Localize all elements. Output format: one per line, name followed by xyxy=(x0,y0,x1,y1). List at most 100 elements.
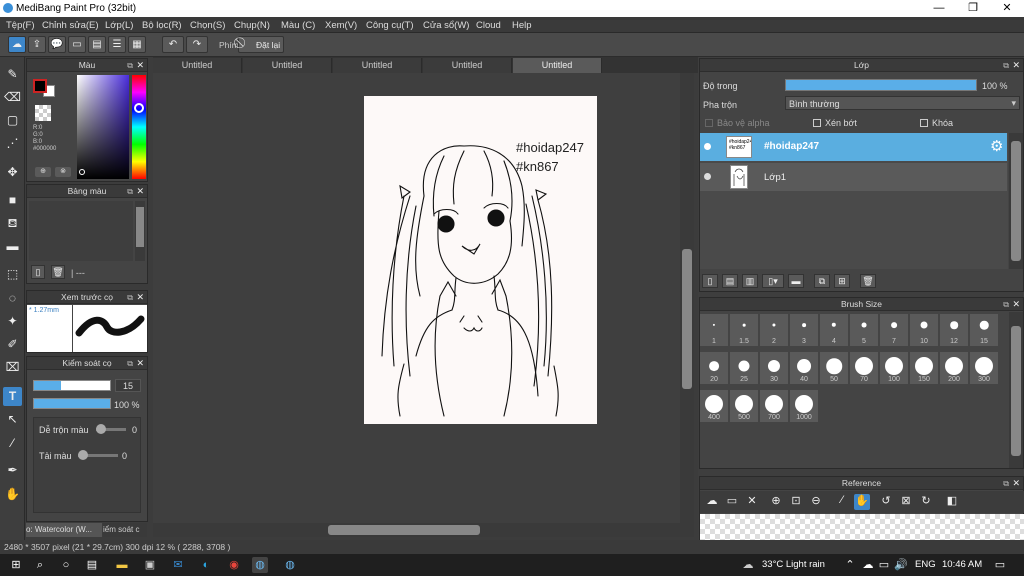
brush-size-option[interactable]: 12 xyxy=(940,314,968,346)
minimize-button[interactable]: — xyxy=(922,0,956,17)
hue-cursor[interactable] xyxy=(134,103,144,113)
reset-button[interactable]: ⃠ Đặt lại xyxy=(238,36,284,53)
brush-size-option[interactable]: 50 xyxy=(820,352,848,384)
eraser-icon[interactable]: ⌫ xyxy=(3,88,22,107)
brush-size-option[interactable]: 40 xyxy=(790,352,818,384)
document-icon[interactable]: ▤ xyxy=(88,36,106,53)
windows-icon[interactable]: ⊞ xyxy=(8,557,24,573)
color-add-icon[interactable]: ⊕ xyxy=(35,167,51,177)
menu-select[interactable]: Chọn(S) xyxy=(190,20,225,31)
layer-blend-select[interactable]: Bình thường ▾ xyxy=(785,96,1020,110)
tab-document-3[interactable]: Untitled xyxy=(333,58,422,73)
select-eraser-icon[interactable]: ⌧ xyxy=(3,358,22,377)
grid-icon[interactable]: ▦ xyxy=(128,36,146,53)
menu-tools[interactable]: Công cụ(T) xyxy=(366,20,414,31)
eyedropper-icon[interactable]: ⁄ xyxy=(834,494,850,510)
brush-size-slider[interactable] xyxy=(33,380,111,391)
new-palette-icon[interactable]: ▯ xyxy=(31,265,45,279)
horizontal-scroll-thumb[interactable] xyxy=(328,525,480,535)
brush-size-option[interactable]: 700 xyxy=(760,390,788,422)
move-icon[interactable]: ✥ xyxy=(3,163,22,182)
brush-size-option[interactable]: 5 xyxy=(850,314,878,346)
flip-icon[interactable]: ◧ xyxy=(944,494,960,510)
magic-wand-icon[interactable]: ✦ xyxy=(3,312,22,331)
transparent-color[interactable] xyxy=(35,105,51,121)
new-layer-icon[interactable]: ▯ xyxy=(702,274,718,288)
color-square[interactable] xyxy=(77,75,129,179)
merge-layer-icon[interactable]: ⊞ xyxy=(834,274,850,288)
brush-size-option[interactable]: 300 xyxy=(970,352,998,384)
brush-size-option[interactable]: 4 xyxy=(820,314,848,346)
color-settings-icon[interactable]: ⊗ xyxy=(55,167,71,177)
brush-size-option[interactable]: 1.5 xyxy=(730,314,758,346)
text-icon[interactable]: T xyxy=(3,387,22,406)
network-icon[interactable]: ☁ xyxy=(860,557,876,573)
layer-opacity-slider[interactable] xyxy=(785,79,977,91)
mail-icon[interactable]: ✉ xyxy=(170,557,186,573)
maximize-button[interactable]: ❐ xyxy=(956,0,990,17)
brush-size-option[interactable]: 400 xyxy=(700,390,728,422)
tab-document-2[interactable]: Untitled xyxy=(243,58,332,73)
brush-control-tab[interactable]: iểm soát c xyxy=(103,523,147,537)
lock-checkbox[interactable] xyxy=(920,119,928,127)
edge-icon[interactable]: ◐ xyxy=(198,557,214,573)
share-icon[interactable]: ⇪ xyxy=(28,36,46,53)
weather-icon[interactable]: ☁ xyxy=(740,557,756,573)
language-indicator[interactable]: ENG xyxy=(915,559,936,570)
brush-size-option[interactable]: 1 xyxy=(700,314,728,346)
brush-size-option[interactable]: 100 xyxy=(880,352,908,384)
primary-color[interactable] xyxy=(33,79,47,93)
comment-icon[interactable]: 💬 xyxy=(48,36,66,53)
scroll-thumb[interactable] xyxy=(136,207,144,247)
open-folder-icon[interactable]: ▭ xyxy=(724,494,740,510)
dot-brush-icon[interactable]: ⋰ xyxy=(3,134,22,153)
lasso-icon[interactable]: ◌ xyxy=(3,289,22,308)
horizontal-scrollbar[interactable] xyxy=(153,523,694,537)
close-button[interactable]: ✕ xyxy=(990,0,1024,17)
undo-icon[interactable]: ↶ xyxy=(162,36,184,53)
new-1bit-layer-icon[interactable]: ▥ xyxy=(742,274,758,288)
message-icon[interactable]: ▭ xyxy=(68,36,86,53)
folder-icon[interactable]: ▬ xyxy=(788,274,804,288)
rect-icon[interactable]: ▢ xyxy=(3,111,22,130)
redo-icon[interactable]: ↷ xyxy=(186,36,208,53)
trash-icon[interactable]: 🗑 xyxy=(51,265,65,279)
zoom-in-icon[interactable]: ⊕ xyxy=(768,494,784,510)
tab-document-1[interactable]: Untitled xyxy=(153,58,242,73)
brush-size-option[interactable]: 200 xyxy=(940,352,968,384)
menu-cloud[interactable]: Cloud xyxy=(476,20,501,31)
menu-color[interactable]: Màu (C) xyxy=(281,20,315,31)
layer-row-hoidap247[interactable]: #hoidap247 #kn867 #hoidap247 ⚙ xyxy=(700,133,1007,161)
canvas-paper[interactable]: #hoidap247 #kn867 xyxy=(364,96,597,424)
menu-window[interactable]: Cửa sổ(W) xyxy=(423,20,469,31)
layer-add-menu-icon[interactable]: ▯▾ xyxy=(762,274,784,288)
popout-icon[interactable]: ⧉ xyxy=(127,59,133,72)
reference-canvas[interactable] xyxy=(700,514,1024,540)
tab-document-4[interactable]: Untitled xyxy=(423,58,512,73)
menu-edit[interactable]: Chỉnh sửa(E) xyxy=(42,20,99,31)
brush-size-option[interactable]: 500 xyxy=(730,390,758,422)
select-rect-icon[interactable]: ⬚ xyxy=(3,265,22,284)
chrome-icon[interactable]: ◉ xyxy=(226,557,242,573)
monitor-icon[interactable]: ▭ xyxy=(876,557,892,573)
rotate-left-icon[interactable]: ↺ xyxy=(878,494,894,510)
layer-scrollbar[interactable] xyxy=(1009,133,1023,269)
close-icon[interactable]: ✕ xyxy=(136,59,144,72)
brush-size-option[interactable]: 25 xyxy=(730,352,758,384)
close-icon[interactable]: ✕ xyxy=(136,291,144,304)
file-explorer-icon[interactable]: ▬ xyxy=(114,557,130,573)
eyedropper-icon[interactable]: ⁄ xyxy=(3,434,22,453)
cloud-open-icon[interactable]: ☁ xyxy=(704,494,720,510)
brush-size-option[interactable]: 15 xyxy=(970,314,998,346)
popout-icon[interactable]: ⧉ xyxy=(127,291,133,304)
close-icon[interactable]: ✕ xyxy=(1012,59,1020,72)
protect-alpha-checkbox[interactable] xyxy=(705,119,713,127)
brush-tab[interactable]: o: Watercolor (W... xyxy=(26,523,102,537)
fill-rect-icon[interactable]: ■ xyxy=(3,191,22,210)
popout-icon[interactable]: ⧉ xyxy=(1003,298,1009,311)
zoom-out-icon[interactable]: ⊖ xyxy=(808,494,824,510)
duplicate-layer-icon[interactable]: ⧉ xyxy=(814,274,830,288)
reload-knob[interactable] xyxy=(78,450,88,460)
brush-size-option[interactable]: 20 xyxy=(700,352,728,384)
brush-size-scrollbar[interactable] xyxy=(1009,312,1023,468)
